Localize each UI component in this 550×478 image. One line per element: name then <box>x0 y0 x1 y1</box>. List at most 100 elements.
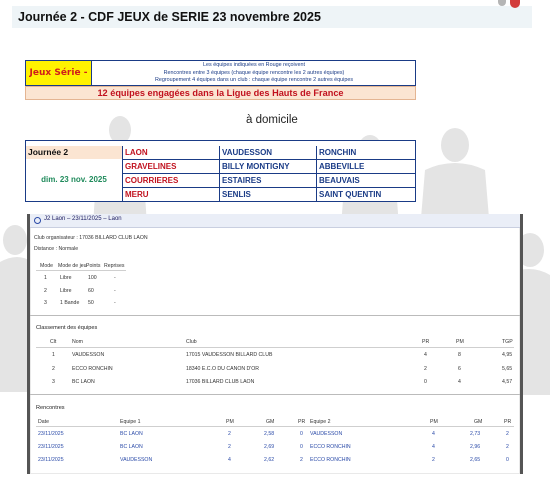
ranking-header: TGP <box>502 339 513 345</box>
info-line: Regroupement 4 équipes dans un club : ch… <box>154 77 354 84</box>
team-away: ESTAIRES <box>219 174 316 188</box>
divider <box>30 394 520 395</box>
match-header: GM <box>474 419 483 425</box>
match-header: PM <box>226 419 234 425</box>
match-cell: 2,65 <box>470 457 481 463</box>
match-date[interactable]: 23/11/2025 <box>38 431 64 437</box>
ranking-header: Club <box>186 339 197 345</box>
modes-header: Points <box>86 263 101 269</box>
match-cell: 4 <box>432 444 435 450</box>
ranking-cell: 8 <box>458 352 461 358</box>
match-header: PR <box>504 419 512 425</box>
mode-cell: 1 <box>44 275 47 281</box>
match-cell: 2,96 <box>470 444 481 450</box>
modes-header: Mode <box>40 263 53 269</box>
team-away: VAUDESSON <box>219 146 316 160</box>
match-team2[interactable]: VAUDESSON <box>310 431 342 437</box>
team-away: BEAUVAIS <box>316 174 415 188</box>
team-home: GRAVELINES <box>122 160 219 174</box>
page-header: Journée 2 - CDF JEUX de SERIE 23 novembr… <box>12 6 532 28</box>
ranking-header: Clt <box>50 339 57 345</box>
match-cell: 2,62 <box>264 457 275 463</box>
ranking-header: PM <box>456 339 464 345</box>
match-date[interactable]: 23/11/2025 <box>38 457 64 463</box>
info-box: Jeux Série - F3 Les équipes indiquées en… <box>25 60 416 102</box>
match-cell: 2 <box>432 457 435 463</box>
results-screenshot: J2 Laon – 23/11/2025 – Laon Club organis… <box>27 214 523 474</box>
match-header: PM <box>430 419 438 425</box>
close-icon[interactable] <box>510 0 520 8</box>
team-home: LAON <box>122 146 219 160</box>
team-away: RONCHIN <box>316 146 415 160</box>
ranking-cell: 18340 E.C.O DU CANON D'OR <box>186 366 260 372</box>
ranking-cell: 2 <box>424 366 427 372</box>
match-cell: 2 <box>506 431 509 437</box>
team-home: COURRIERES <box>122 174 219 188</box>
match-cell: 2 <box>506 444 509 450</box>
match-team2[interactable]: ECCO RONCHIN <box>310 444 351 450</box>
mode-cell: - <box>114 275 116 281</box>
ranking-cell: 17015 VAUDESSON BILLARD CLUB <box>186 352 273 358</box>
results-header: J2 Laon – 23/11/2025 – Laon <box>30 214 520 228</box>
mode-cell: 3 <box>44 300 47 306</box>
ranking-cell: 4,57 <box>502 379 513 385</box>
mode-cell: Libre <box>60 288 72 294</box>
ranking-cell: VAUDESSON <box>72 352 105 358</box>
match-cell: 4 <box>432 431 435 437</box>
info-lines: Les équipes indiquées en Rouge reçoivent… <box>93 61 415 85</box>
match-cell: 2,58 <box>264 431 275 437</box>
modes-header: Reprises <box>104 263 125 269</box>
ranking-cell: 4 <box>424 352 427 358</box>
match-cell: 2,73 <box>470 431 481 437</box>
window-controls <box>498 0 524 8</box>
team-away: SENLIS <box>219 188 316 202</box>
minimize-icon[interactable] <box>498 0 506 6</box>
organizer-line: Club organisateur : 17036 BILLARD CLUB L… <box>34 235 148 241</box>
mode-cell: 2 <box>44 288 47 294</box>
info-icon <box>34 217 41 224</box>
ranking-cell: 4 <box>458 379 461 385</box>
mode-cell: - <box>114 300 116 306</box>
ranking-cell: 17036 BILLARD CLUB LAON <box>186 379 255 385</box>
match-cell: 0 <box>506 457 509 463</box>
results-title: J2 Laon – 23/11/2025 – Laon <box>44 216 122 222</box>
match-team1[interactable]: BC LAON <box>120 431 143 437</box>
match-cell: 2 <box>228 444 231 450</box>
schedule-table: Journée 2 dim. 23 nov. 2025 LAON VAUDESS… <box>25 140 416 202</box>
match-cell: 0 <box>300 444 303 450</box>
page-title: Journée 2 - CDF JEUX de SERIE 23 novembr… <box>18 10 321 24</box>
mode-cell: 1 Bande <box>60 300 80 306</box>
ranking-cell: 6 <box>458 366 461 372</box>
team-away: ABBEVILLE <box>316 160 415 174</box>
divider <box>36 347 514 348</box>
match-header: Date <box>38 419 49 425</box>
match-header: Equipe 1 <box>120 419 141 425</box>
home-label: à domicile <box>246 114 298 126</box>
divider <box>36 270 126 271</box>
teams-banner: 12 équipes engagées dans la Ligue des Ha… <box>25 86 416 100</box>
mode-cell: - <box>114 288 116 294</box>
match-team2[interactable]: ECCO RONCHIN <box>310 457 351 463</box>
ranking-header: Nom <box>72 339 83 345</box>
mode-cell: 50 <box>88 300 94 306</box>
match-cell: 2 <box>300 457 303 463</box>
info-line: Les équipes indiquées en Rouge reçoivent <box>203 62 305 68</box>
match-header: Equipe 2 <box>310 419 331 425</box>
match-cell: 2,69 <box>264 444 275 450</box>
team-away: SAINT QUENTIN <box>316 188 415 202</box>
match-team1[interactable]: VAUDESSON <box>120 457 152 463</box>
divider <box>30 315 520 316</box>
matches-title: Rencontres <box>36 405 65 411</box>
ranking-cell: 0 <box>424 379 427 385</box>
match-cell: 0 <box>300 431 303 437</box>
ranking-cell: 2 <box>52 366 55 372</box>
ranking-cell: ECCO RONCHIN <box>72 366 113 372</box>
match-header: GM <box>266 419 275 425</box>
match-date[interactable]: 23/11/2025 <box>38 444 64 450</box>
team-away: BILLY MONTIGNY <box>219 160 316 174</box>
category-label: Jeux Série - F3 <box>26 61 92 102</box>
match-team1[interactable]: BC LAON <box>120 444 143 450</box>
ranking-header: PR <box>422 339 430 345</box>
modes-header: Mode de jeu <box>58 263 87 269</box>
round-label: Journée 2 <box>26 146 122 159</box>
